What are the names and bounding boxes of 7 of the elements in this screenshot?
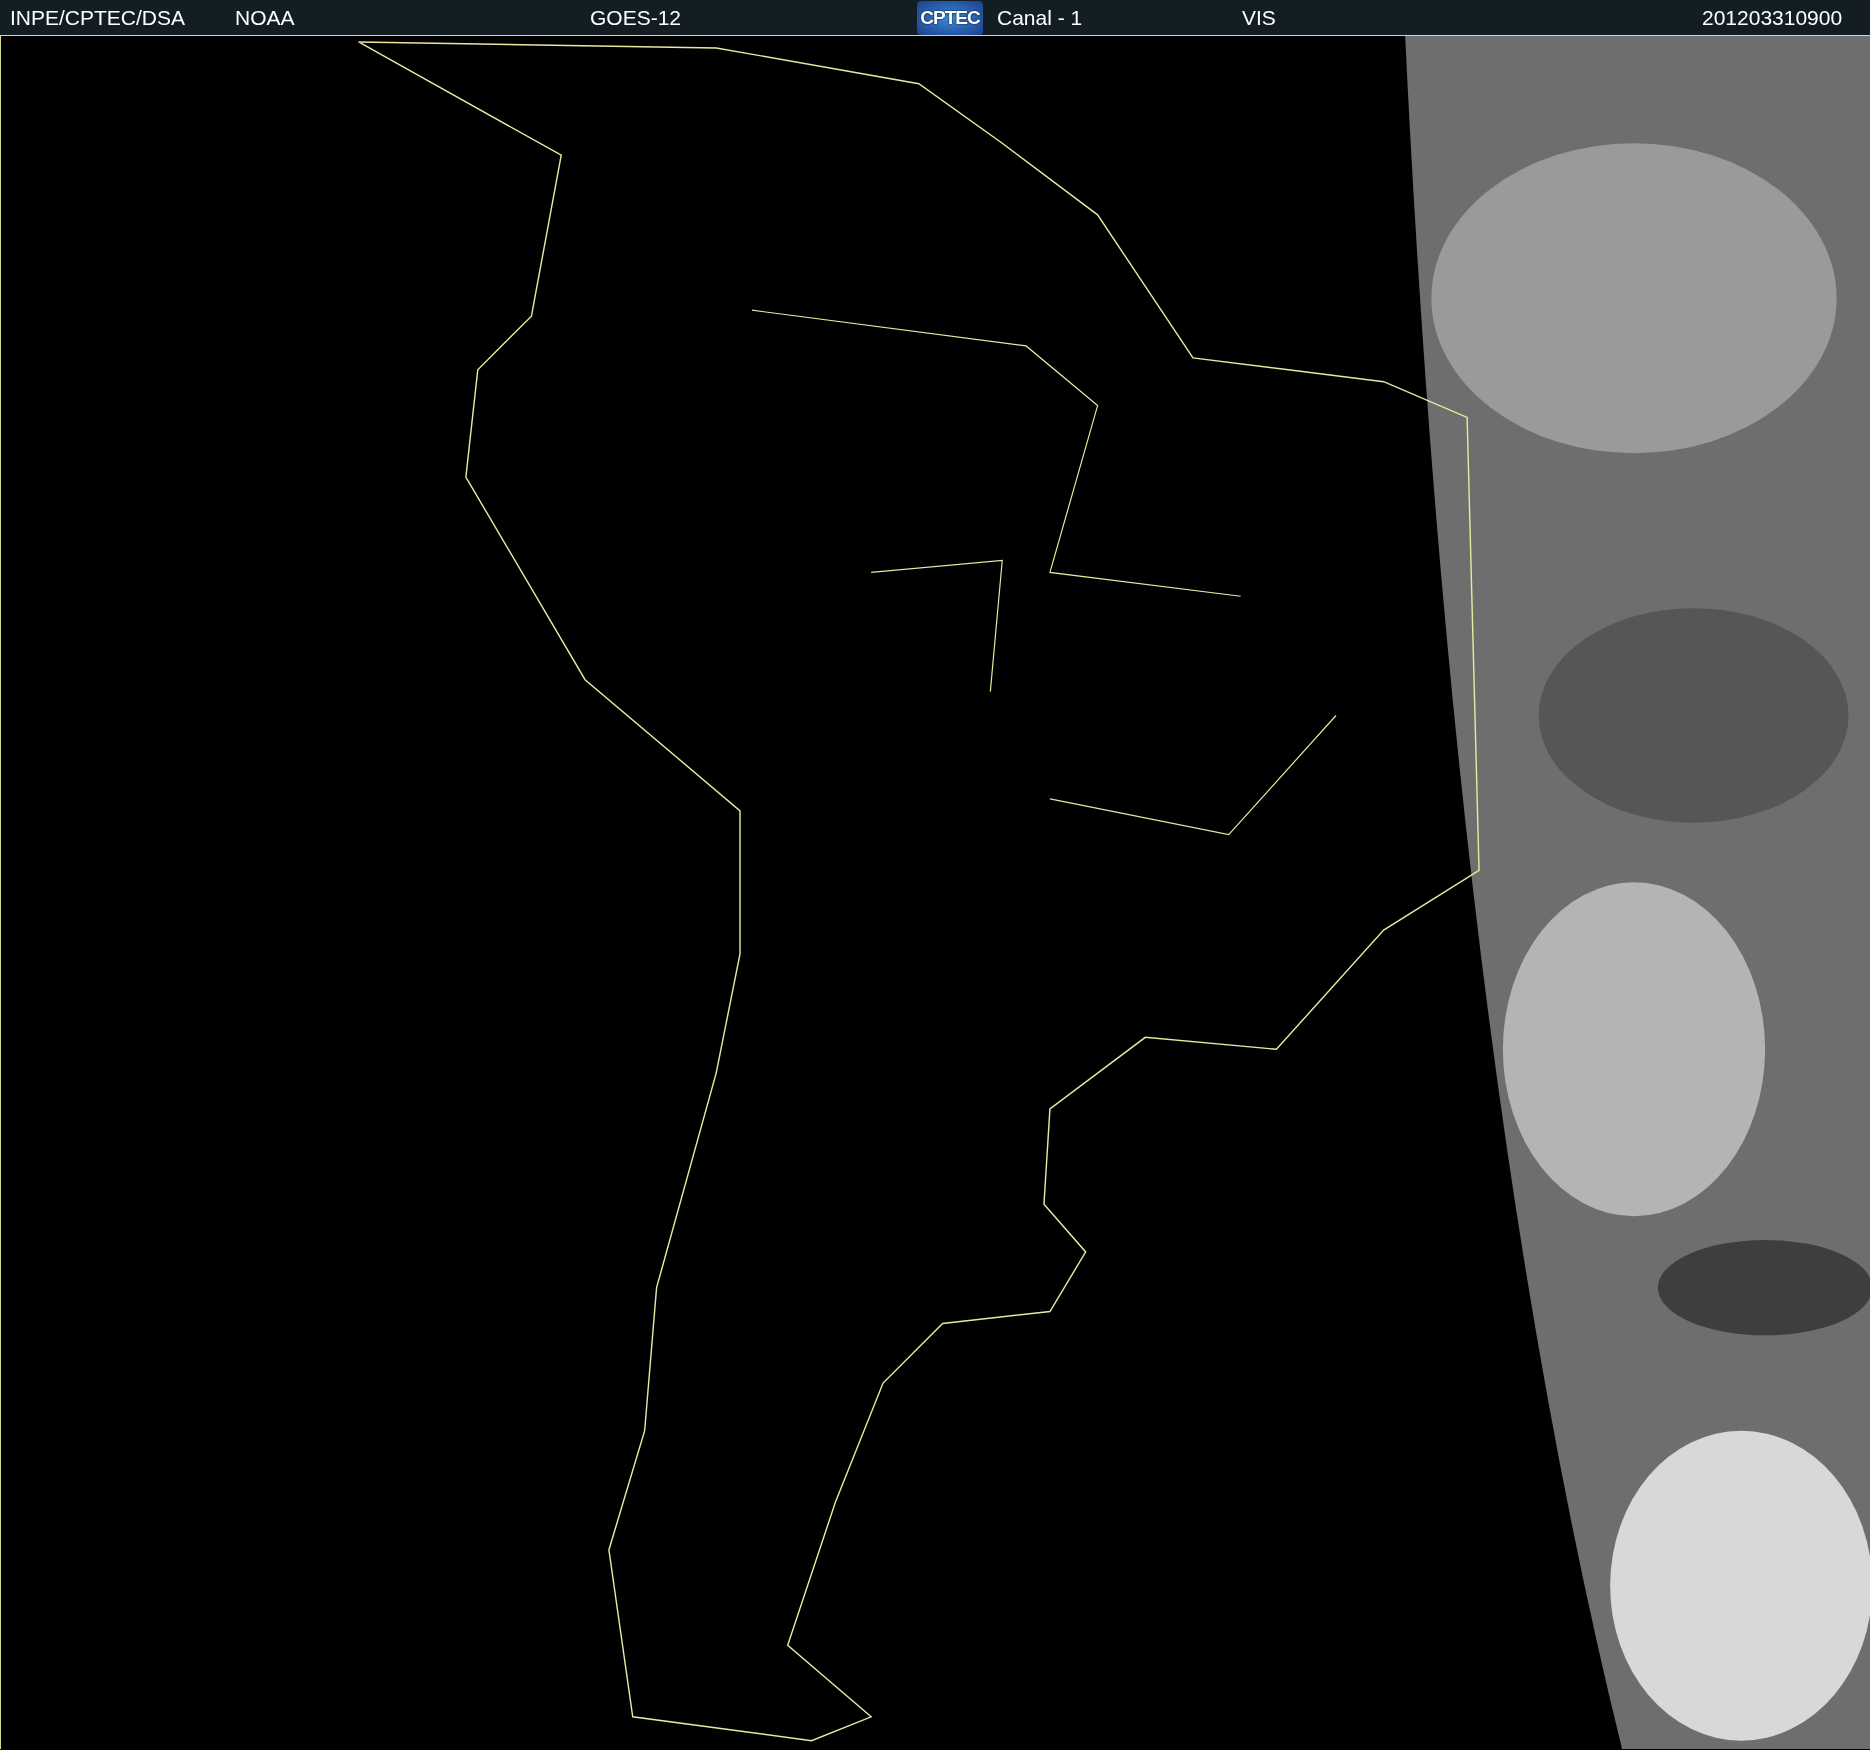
agency-label: NOAA xyxy=(235,5,296,30)
timestamp-label: 201203310900 xyxy=(1702,5,1844,30)
logo: CPTEC xyxy=(917,0,983,35)
source-label: INPE/CPTEC/DSA xyxy=(9,5,187,30)
band-label: VIS xyxy=(1242,5,1277,30)
channel-label: Canal - 1 xyxy=(997,5,1084,30)
satellite-label: GOES-12 xyxy=(590,5,683,30)
